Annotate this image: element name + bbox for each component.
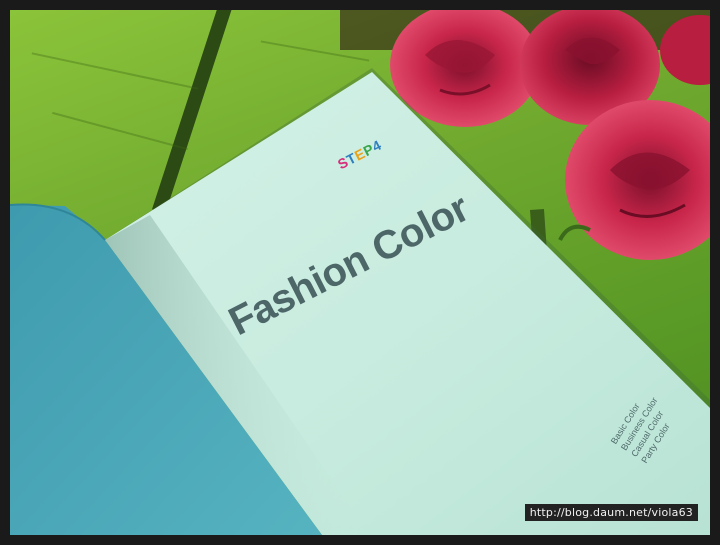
watermark: http://blog.daum.net/viola63 — [524, 504, 698, 521]
photo: STEP4 Fashion Color Basic Color Business… — [10, 10, 710, 535]
